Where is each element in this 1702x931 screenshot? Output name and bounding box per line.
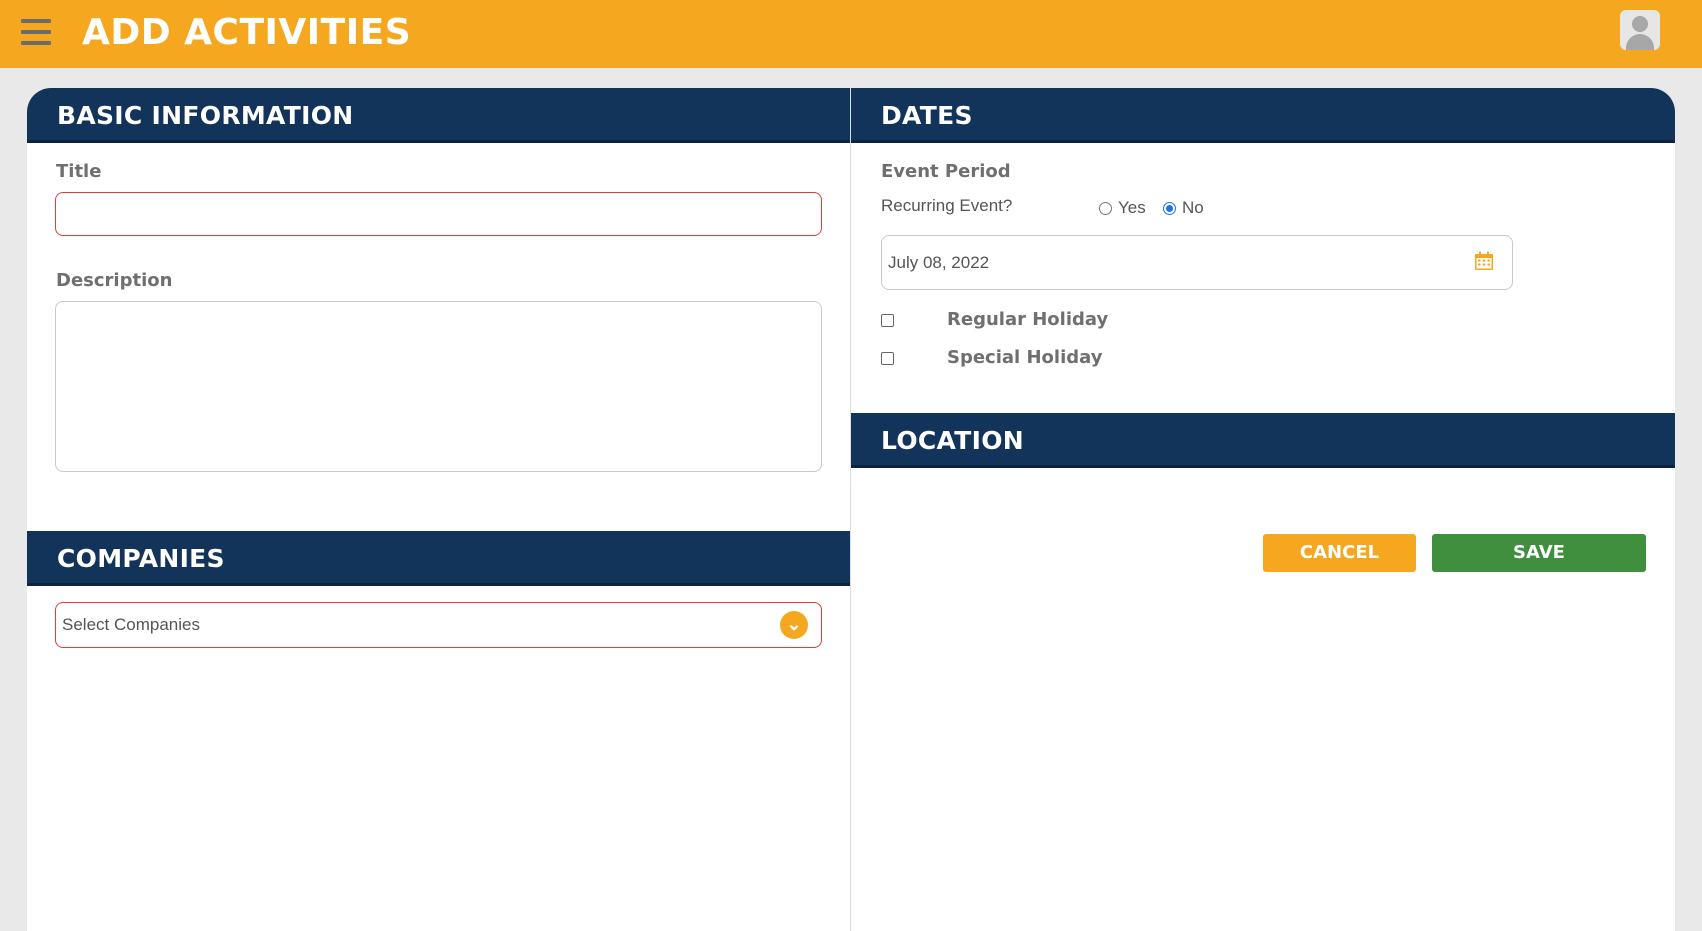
description-textarea[interactable] [55,301,822,472]
dates-header: DATES [851,88,1675,143]
event-date-field[interactable]: July 08, 2022 [881,235,1513,290]
activity-form-card: BASIC INFORMATION Title Description COMP… [27,88,1675,931]
description-label: Description [56,270,173,291]
companies-header: COMPANIES [27,531,850,586]
event-date-value: July 08, 2022 [888,253,990,272]
recurring-event-label: Recurring Event? [881,196,1013,215]
location-header: LOCATION [851,413,1675,468]
hamburger-menu-icon[interactable] [21,19,51,45]
companies-title: COMPANIES [57,544,225,573]
special-holiday-checkbox[interactable] [881,352,894,365]
special-holiday-label: Special Holiday [947,347,1103,368]
avatar-head [1632,16,1648,32]
calendar-icon[interactable] [1474,251,1494,271]
chevron-down-icon[interactable]: ⌄ [780,611,808,639]
recurring-yes-label: Yes [1118,198,1146,217]
recurring-yes-radio[interactable] [1099,201,1112,215]
page-title: ADD ACTIVITIES [82,12,412,53]
regular-holiday-checkbox[interactable] [881,314,894,327]
recurring-no-option[interactable]: No [1163,198,1204,218]
hamburger-line [21,30,51,34]
basic-information-title: BASIC INFORMATION [57,101,354,130]
recurring-yes-option[interactable]: Yes [1099,198,1146,218]
avatar-body [1626,34,1654,50]
recurring-no-label: No [1182,198,1204,217]
hamburger-line [21,41,51,45]
hamburger-line [21,19,51,23]
basic-information-header: BASIC INFORMATION [27,88,850,143]
user-avatar-icon[interactable] [1620,10,1660,50]
title-label: Title [56,161,102,182]
top-bar: ADD ACTIVITIES [0,0,1702,68]
companies-select-placeholder: Select Companies [62,615,200,634]
regular-holiday-label: Regular Holiday [947,309,1109,330]
column-divider [850,88,851,931]
title-input[interactable] [55,192,822,236]
companies-select[interactable]: Select Companies ⌄ [55,602,822,648]
event-period-label: Event Period [881,161,1011,182]
location-title: LOCATION [881,426,1024,455]
recurring-no-radio[interactable] [1163,201,1176,215]
cancel-button[interactable]: CANCEL [1263,534,1416,572]
save-button[interactable]: SAVE [1432,534,1646,572]
dates-title: DATES [881,101,973,130]
